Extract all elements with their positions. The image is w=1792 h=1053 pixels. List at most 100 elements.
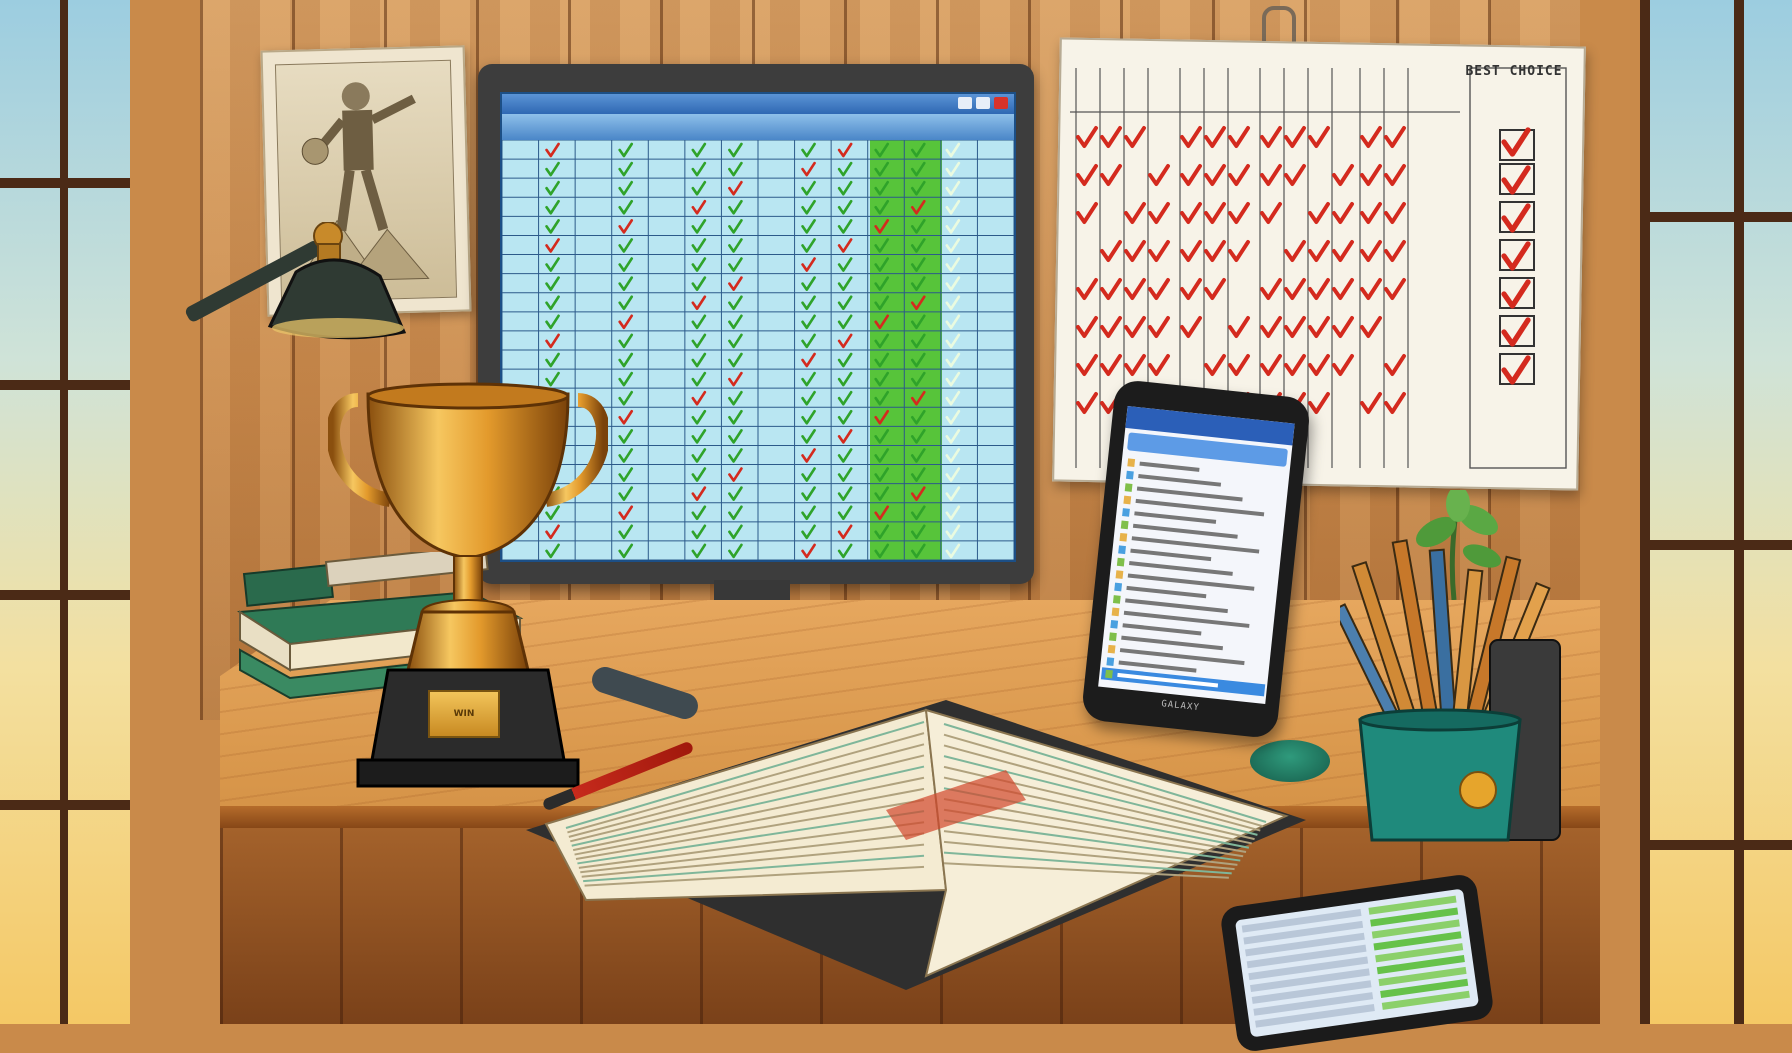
checkmark-icon bbox=[618, 467, 634, 482]
checkmark-icon bbox=[618, 448, 634, 463]
checkmark-icon bbox=[618, 219, 634, 234]
checkmark-icon bbox=[618, 543, 634, 559]
checkmark-icon bbox=[1076, 392, 1098, 414]
checkmark-icon bbox=[691, 180, 707, 196]
checkmark-icon bbox=[728, 257, 743, 272]
checkmark-icon bbox=[945, 390, 961, 406]
desk-lamp bbox=[267, 222, 407, 340]
checkmark-icon bbox=[618, 142, 634, 158]
checkmark-icon bbox=[837, 505, 853, 521]
checkmark-icon bbox=[1260, 316, 1282, 338]
checkmark-icon bbox=[691, 352, 707, 368]
checkmark-icon bbox=[691, 142, 707, 158]
checkmark-icon bbox=[691, 448, 707, 463]
checkmark-icon bbox=[945, 505, 961, 521]
checkmark-icon bbox=[801, 429, 816, 444]
checkmark-icon bbox=[1501, 355, 1531, 385]
checkmark-icon bbox=[1228, 316, 1250, 338]
checkmark-icon bbox=[545, 314, 560, 330]
checkmark-icon bbox=[691, 161, 707, 177]
checkmark-icon bbox=[1384, 392, 1406, 414]
checkmark-icon bbox=[728, 543, 743, 559]
close-icon[interactable] bbox=[994, 97, 1008, 109]
checkmark-icon bbox=[1260, 126, 1282, 148]
checkmark-icon bbox=[945, 448, 961, 463]
checkmark-icon bbox=[837, 295, 853, 311]
checkmark-icon bbox=[618, 390, 634, 406]
window-left bbox=[0, 0, 130, 1024]
checkmark-icon bbox=[1260, 164, 1282, 186]
checkmark-icon bbox=[1360, 202, 1382, 224]
checkmark-icon bbox=[691, 505, 707, 521]
checkmark-icon bbox=[945, 199, 961, 215]
checkmark-icon bbox=[1180, 126, 1202, 148]
checkmark-icon bbox=[1308, 316, 1330, 338]
checkmark-icon bbox=[1360, 392, 1382, 414]
checkmark-icon bbox=[618, 524, 634, 540]
checkmark-icon bbox=[945, 276, 961, 291]
maximize-icon[interactable] bbox=[976, 97, 990, 109]
checkmark-icon bbox=[1308, 392, 1330, 414]
checkmark-icon bbox=[1148, 316, 1170, 338]
checkmark-icon bbox=[1228, 354, 1250, 376]
checkmark-icon bbox=[837, 238, 853, 253]
checkmark-icon bbox=[801, 524, 816, 540]
checkmark-icon bbox=[801, 448, 816, 463]
checkmark-icon bbox=[1260, 354, 1282, 376]
phone-screen[interactable] bbox=[1098, 406, 1295, 705]
checkmark-icon bbox=[801, 238, 816, 253]
checkmark-icon bbox=[1228, 202, 1250, 224]
checkmark-icon bbox=[801, 352, 816, 368]
checkmark-icon bbox=[945, 524, 961, 540]
checkmark-icon bbox=[801, 486, 816, 501]
checkmark-icon bbox=[837, 333, 853, 349]
checkmark-icon bbox=[1284, 240, 1306, 262]
checkmark-icon bbox=[1124, 240, 1146, 262]
checkmark-icon bbox=[945, 180, 961, 196]
phone2-screen[interactable] bbox=[1234, 888, 1480, 1038]
checkmark-icon bbox=[1124, 354, 1146, 376]
checkmark-icon bbox=[801, 257, 816, 272]
checkmark-icon bbox=[691, 257, 707, 272]
checkmark-icon bbox=[618, 276, 634, 291]
checkmark-icon bbox=[691, 276, 707, 291]
checkmark-icon bbox=[1260, 278, 1282, 300]
checkmark-icon bbox=[1124, 316, 1146, 338]
open-ledger-book bbox=[526, 700, 1306, 990]
checkmark-icon bbox=[728, 467, 743, 482]
checkmark-icon bbox=[728, 429, 743, 444]
checkmark-icon bbox=[691, 409, 707, 425]
minimize-icon[interactable] bbox=[958, 97, 972, 109]
window-right bbox=[1640, 0, 1792, 1024]
checkmark-icon bbox=[801, 142, 816, 158]
checkmark-icon bbox=[545, 352, 560, 368]
checkmark-icon bbox=[801, 199, 816, 215]
checkmark-icon bbox=[837, 180, 853, 196]
spreadsheet-column-headers bbox=[502, 114, 1014, 140]
checkmark-icon bbox=[1284, 164, 1306, 186]
checkmark-icon bbox=[728, 333, 743, 349]
checkmark-icon bbox=[945, 352, 961, 368]
checkmark-icon bbox=[801, 295, 816, 311]
checkmark-icon bbox=[1100, 354, 1122, 376]
checkmark-icon bbox=[1332, 164, 1354, 186]
checkmark-icon bbox=[1124, 278, 1146, 300]
checkmark-icon bbox=[1384, 126, 1406, 148]
checkmark-icon bbox=[945, 429, 961, 444]
checkmark-icon bbox=[1204, 126, 1226, 148]
checkmark-icon bbox=[1360, 278, 1382, 300]
smartphone[interactable]: GALAXY bbox=[1080, 378, 1312, 740]
checkmark-icon bbox=[837, 543, 853, 559]
checkmark-icon bbox=[1260, 202, 1282, 224]
checkmark-icon bbox=[1228, 240, 1250, 262]
checkmark-icon bbox=[691, 219, 707, 234]
checkmark-icon bbox=[728, 409, 743, 425]
checkmark-icon bbox=[691, 238, 707, 253]
checkmark-icon bbox=[1360, 240, 1382, 262]
checkmark-icon bbox=[837, 409, 853, 425]
checkmark-icon bbox=[1332, 240, 1354, 262]
checkmark-icon bbox=[545, 276, 560, 291]
checkmark-icon bbox=[1180, 240, 1202, 262]
checkmark-icon bbox=[618, 314, 634, 330]
checkmark-icon bbox=[837, 142, 853, 158]
